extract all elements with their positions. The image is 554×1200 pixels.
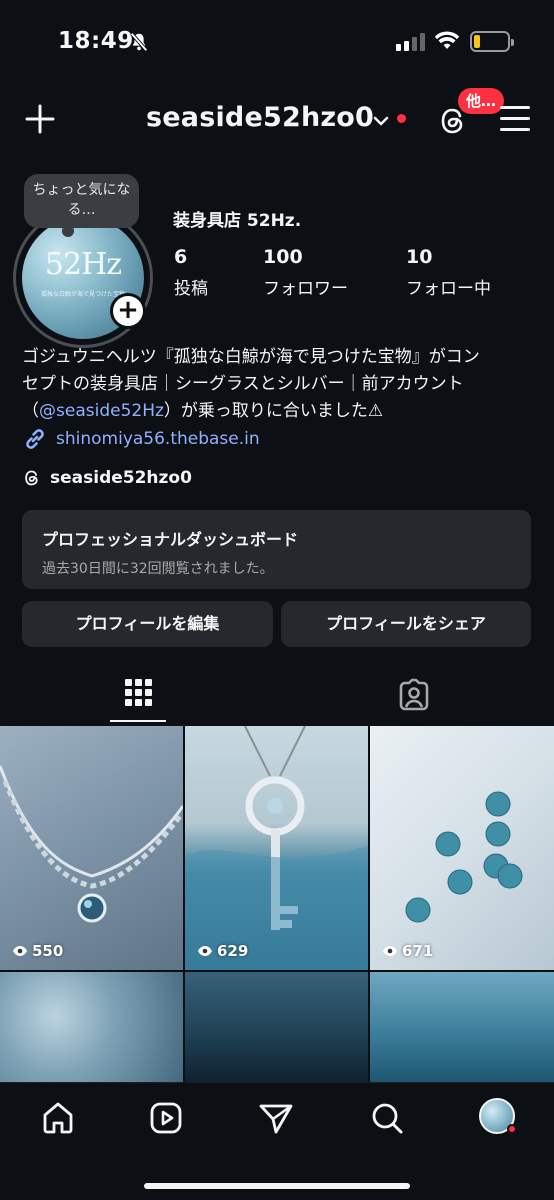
profile-note[interactable]: ちょっと気になる… <box>24 174 139 237</box>
nav-messages[interactable] <box>258 1100 294 1140</box>
stat-followers[interactable]: 100 フォロワー <box>263 246 348 299</box>
menu-line <box>500 128 530 131</box>
professional-dashboard[interactable]: プロフェッショナルダッシュボード 過去30日間に32回閲覧されました。 <box>22 510 531 589</box>
view-count: 671 <box>382 942 433 960</box>
post-tile[interactable] <box>185 972 368 1082</box>
chevron-down-icon[interactable] <box>372 112 390 131</box>
view-count-value: 629 <box>217 942 249 960</box>
bio-paren: （ <box>22 401 39 421</box>
bio-mention-link[interactable]: @seaside52Hz <box>39 401 164 421</box>
stat-following[interactable]: 10 フォロー中 <box>406 246 491 299</box>
post-tile[interactable]: 550 <box>0 726 183 970</box>
add-story-button[interactable]: + <box>110 293 146 329</box>
plus-icon <box>25 104 55 134</box>
stat-posts-label: 投稿 <box>174 279 208 299</box>
tagged-person-icon <box>399 678 429 711</box>
view-count: 550 <box>12 942 63 960</box>
menu-line <box>500 106 530 109</box>
home-indicator <box>144 1183 410 1189</box>
post-tile[interactable]: 629 <box>185 726 368 970</box>
cellular-signal-icon <box>396 33 425 51</box>
website-link-text: shinomiya56.thebase.in <box>56 429 260 449</box>
reels-icon <box>150 1102 182 1134</box>
tab-posts-grid[interactable] <box>110 670 166 722</box>
battery-icon <box>470 31 514 52</box>
threads-icon <box>25 470 38 486</box>
view-count-value: 671 <box>402 942 434 960</box>
threads-handle: seaside52hzo0 <box>50 468 192 488</box>
view-count-value: 550 <box>32 942 64 960</box>
seaglass-beads-photo <box>405 791 523 923</box>
nav-reels[interactable] <box>148 1100 184 1140</box>
eye-icon <box>198 946 212 956</box>
display-name: 装身具店 52Hz. <box>173 211 302 231</box>
search-icon <box>372 1103 403 1134</box>
stat-posts-value: 6 <box>174 246 188 268</box>
dashboard-subtitle: 過去30日間に32回閲覧されました。 <box>42 561 274 577</box>
home-icon <box>43 1102 73 1134</box>
bell-muted-icon <box>128 31 150 57</box>
website-link[interactable]: shinomiya56.thebase.in <box>22 426 260 452</box>
avatar-logo-text: 52Hz <box>44 247 122 282</box>
notification-dot <box>397 114 406 123</box>
bio-line: セプトの装身具店｜シーグラスとシルバー｜前アカウント <box>22 374 464 394</box>
dashboard-title: プロフェッショナルダッシュボード <box>42 530 299 549</box>
notification-dot <box>507 1124 517 1134</box>
post-tile[interactable] <box>0 972 183 1082</box>
key-pendant-photo <box>185 726 368 970</box>
tab-tagged[interactable] <box>397 678 431 716</box>
send-icon <box>259 1104 293 1134</box>
bio-text: ）が乗っ取りに合いました⚠ <box>163 401 384 421</box>
view-count: 629 <box>197 942 248 960</box>
stat-followers-label: フォロワー <box>263 279 348 299</box>
nav-home[interactable] <box>40 1100 76 1140</box>
share-profile-button[interactable]: プロフィールをシェア <box>281 601 531 647</box>
threads-notification-badge: 他… <box>458 88 505 114</box>
stat-following-value: 10 <box>406 246 433 268</box>
tab-active-indicator <box>110 720 166 722</box>
stat-following-label: フォロー中 <box>406 279 491 299</box>
necklace-photo <box>0 765 183 923</box>
threads-profile-link[interactable]: seaside52hzo0 <box>22 468 192 488</box>
nav-search[interactable] <box>369 1100 405 1140</box>
grid-icon <box>125 679 152 706</box>
menu-line <box>500 117 530 120</box>
bio-line: （@seaside52Hz）が乗っ取りに合いました⚠ <box>22 398 537 425</box>
post-tile[interactable]: 671 <box>370 726 554 970</box>
create-button[interactable] <box>24 103 56 135</box>
stat-followers-value: 100 <box>263 246 303 268</box>
stat-posts[interactable]: 6 投稿 <box>174 246 208 299</box>
edit-profile-button[interactable]: プロフィールを編集 <box>22 601 273 647</box>
status-time: 18:49 <box>58 28 134 54</box>
profile-bio: ゴジュウニヘルツ『孤独な白鯨が海で見つけた宝物』がコン セプトの装身具店｜シーグ… <box>22 344 537 425</box>
post-tile[interactable] <box>370 972 554 1082</box>
link-icon <box>26 429 44 449</box>
menu-button[interactable] <box>500 106 530 132</box>
eye-icon <box>383 946 397 956</box>
account-username[interactable]: seaside52hzo0 <box>146 102 374 133</box>
eye-icon <box>13 946 27 956</box>
wifi-icon <box>434 31 460 55</box>
bio-line: ゴジュウニヘルツ『孤独な白鯨が海で見つけた宝物』がコン <box>22 347 480 367</box>
